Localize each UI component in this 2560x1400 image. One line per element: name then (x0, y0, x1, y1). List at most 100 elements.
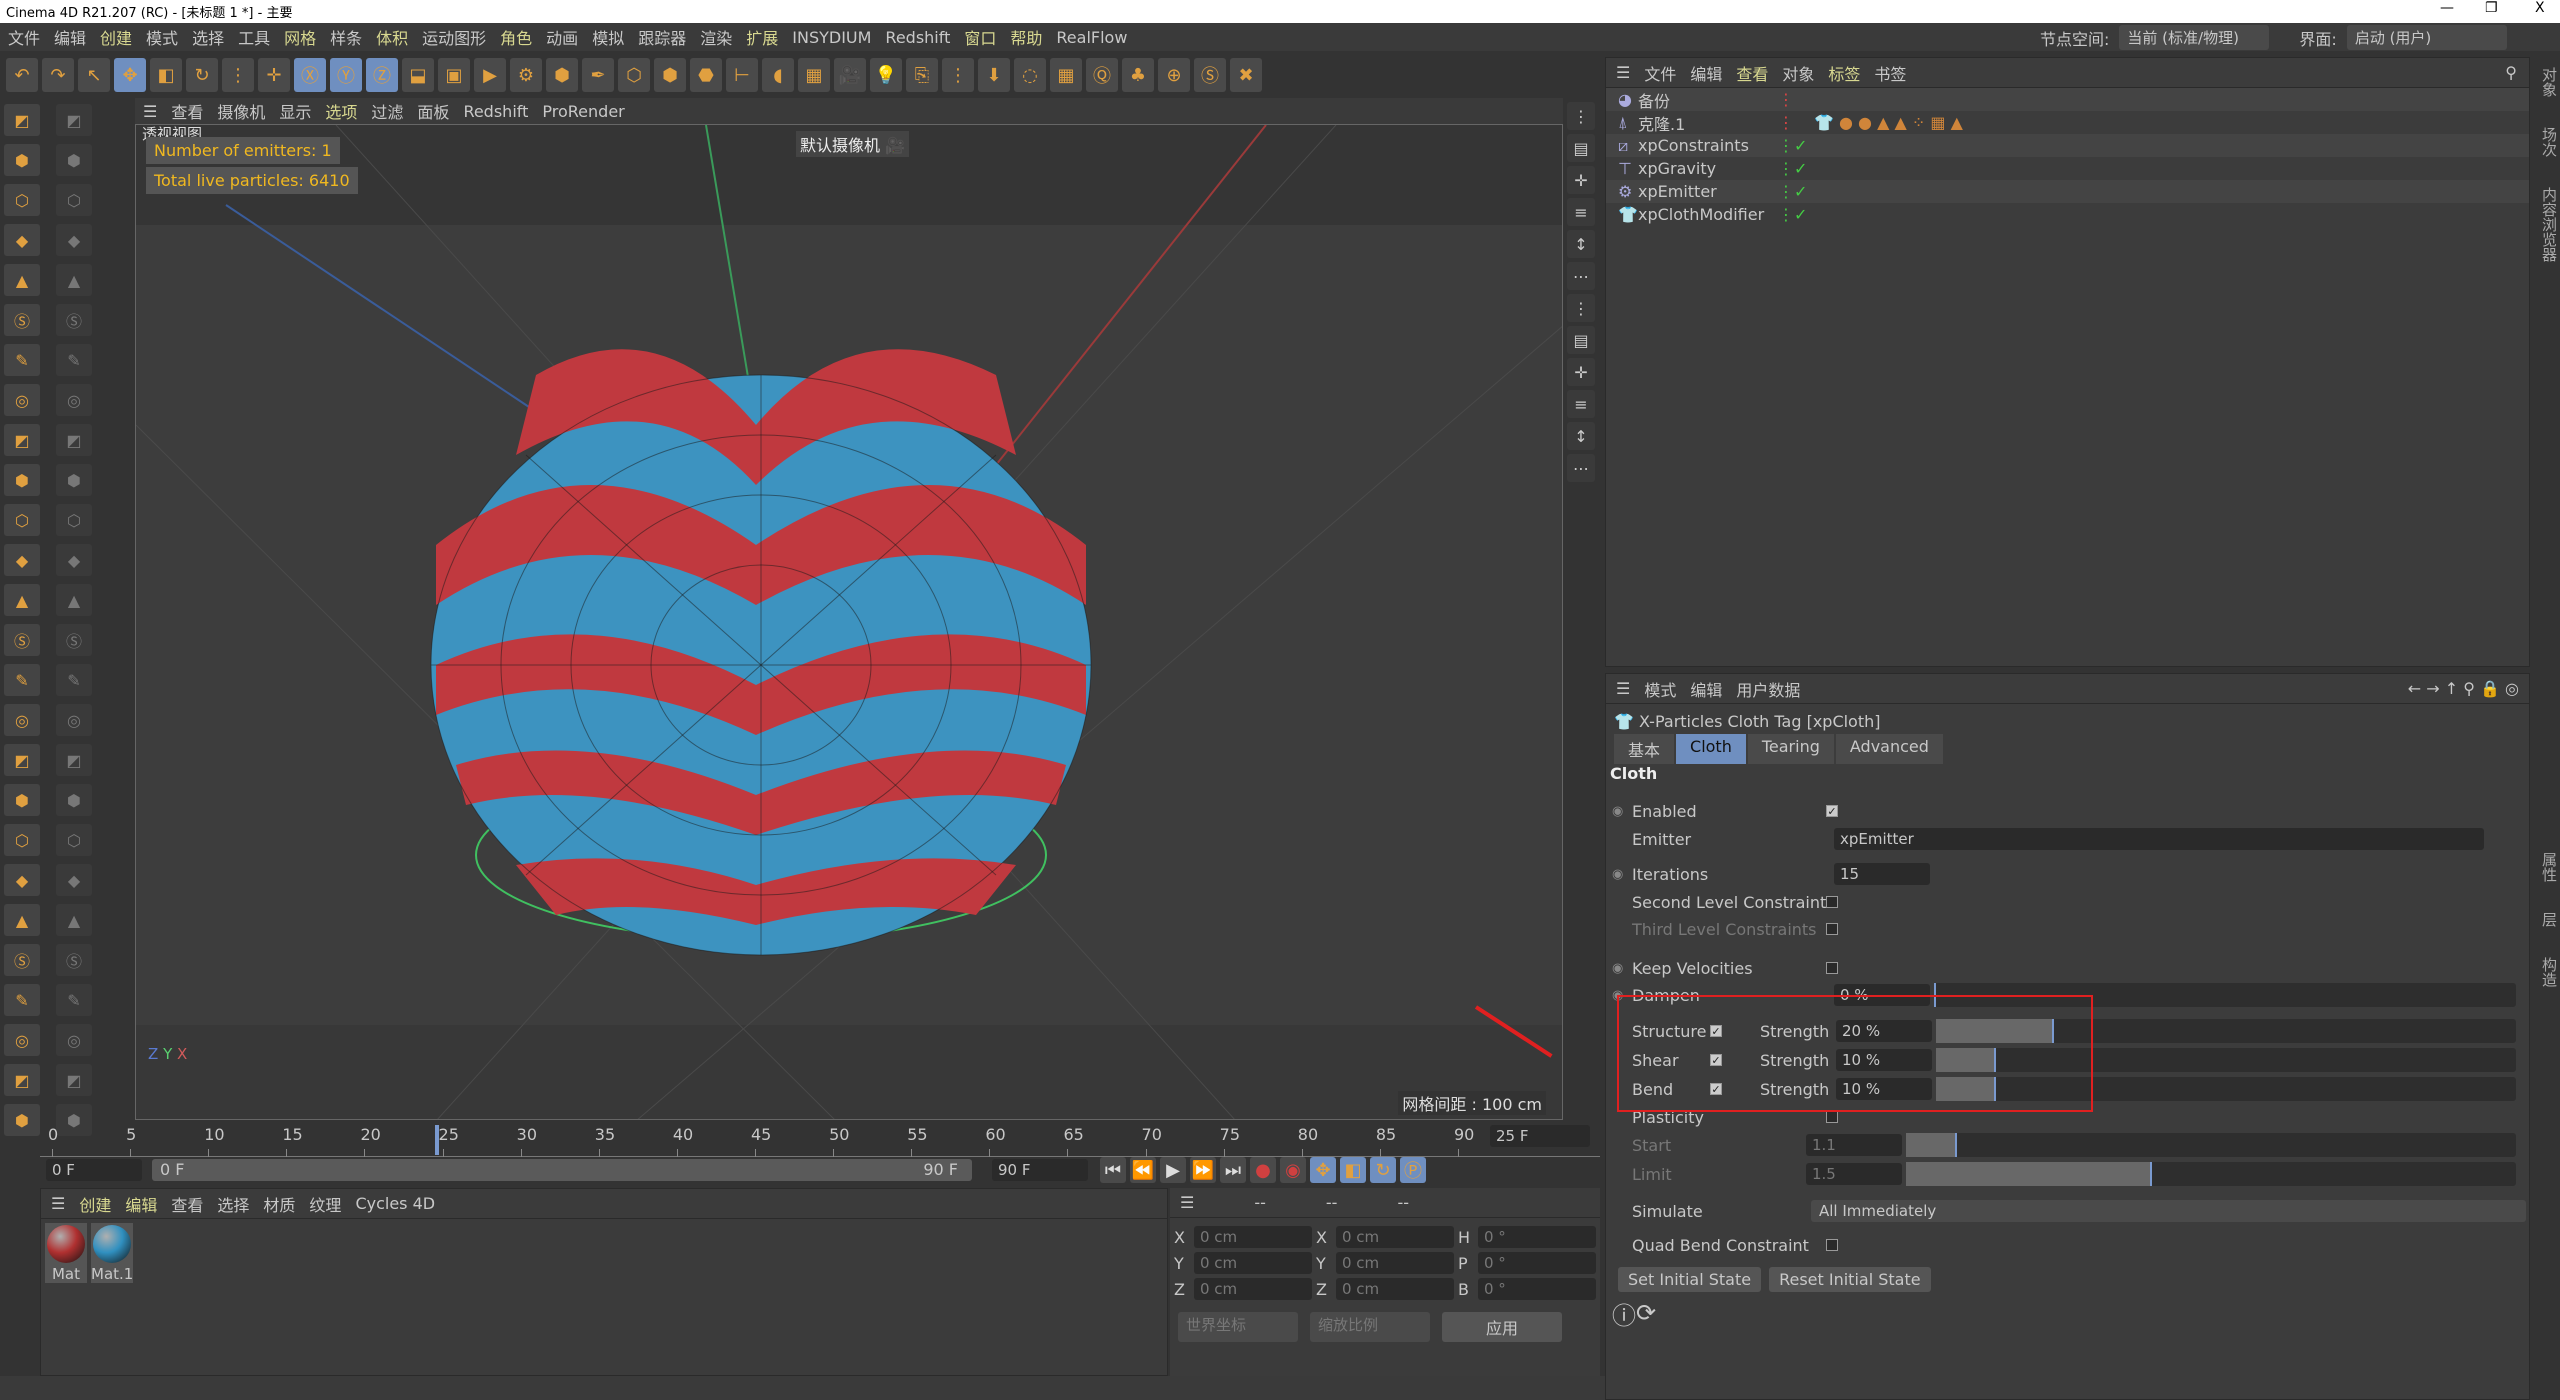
left-tool-icon[interactable]: ◆ (56, 544, 92, 576)
scale-dropdown[interactable]: 缩放比例 (1310, 1312, 1430, 1342)
tab-tearing[interactable]: Tearing (1747, 734, 1834, 764)
animate-radio-icon[interactable]: ◉ (1612, 867, 1623, 882)
left-tool-icon[interactable]: ⬡ (56, 504, 92, 536)
limit-slider[interactable] (1906, 1162, 2516, 1186)
left-tool-icon[interactable]: ◩ (4, 424, 40, 456)
redo-icon[interactable]: ↷ (42, 58, 74, 92)
subdivision-icon[interactable]: ⬡ (618, 58, 650, 92)
left-tool-icon[interactable]: ◎ (4, 384, 40, 416)
key-scale-icon[interactable]: ◧ (1340, 1157, 1366, 1183)
view-tool-icon[interactable]: ▤ (1567, 134, 1595, 162)
left-tool-icon[interactable]: ▲ (4, 584, 40, 616)
tab-基本[interactable]: 基本 (1614, 734, 1675, 764)
viewport-menu-item[interactable]: 查看 (171, 99, 203, 123)
psr-icon[interactable]: ⋮ (222, 58, 254, 92)
left-tool-icon[interactable]: ⬢ (56, 464, 92, 496)
maximize-button[interactable]: ❐ (2485, 0, 2498, 16)
view-tool-icon[interactable]: ≡ (1567, 198, 1595, 226)
material-menu-item[interactable]: 选择 (217, 1192, 249, 1216)
timeline-ruler[interactable]: 0 5 10 15 20 25 30 35 40 45 50 55 60 65 70 75 80 85 90 25 F (40, 1123, 1600, 1157)
deformer-icon[interactable]: ⬣ (690, 58, 722, 92)
view-tool-icon[interactable]: ✛ (1567, 358, 1595, 386)
menu-item[interactable]: 跟踪器 (638, 25, 686, 49)
menu-item[interactable]: 编辑 (54, 25, 86, 49)
view-tool-icon[interactable]: ⋯ (1567, 454, 1595, 482)
pen-icon[interactable]: ✒ (582, 58, 614, 92)
view-tool-icon[interactable]: ↕ (1567, 230, 1595, 258)
current-frame-field[interactable]: 25 F (1490, 1125, 1590, 1147)
layout-dropdown[interactable]: 启动 (用户) (2346, 25, 2507, 50)
side-tab[interactable]: 层 (2530, 912, 2560, 927)
attribute-menu-item[interactable]: 编辑 (1690, 677, 1722, 701)
left-tool-icon[interactable]: ◎ (56, 704, 92, 736)
axis-icon[interactable]: ✛ (258, 58, 290, 92)
left-tool-icon[interactable]: ⬡ (4, 504, 40, 536)
object-menu-item[interactable]: 文件 (1644, 61, 1676, 85)
prev-key-icon[interactable]: ⏪ (1130, 1157, 1156, 1183)
set-initial-state-button[interactable]: Set Initial State (1618, 1266, 1762, 1292)
coord-field[interactable]: 0 cm (1194, 1252, 1312, 1274)
key-position-icon[interactable]: ✥ (1310, 1157, 1336, 1183)
viewport[interactable]: 透视视图 Number of emitters: 1 Total live pa… (135, 124, 1563, 1120)
xp-icon[interactable]: ◖ (762, 58, 794, 92)
left-tool-icon[interactable]: ◩ (56, 424, 92, 456)
left-tool-icon[interactable]: ◆ (56, 864, 92, 896)
left-tool-icon[interactable]: ⬢ (4, 144, 40, 176)
left-tool-icon[interactable]: ◩ (56, 1064, 92, 1096)
object-row[interactable]: ⚙ xpEmitter ⋮✓ (1606, 180, 2529, 203)
material-menu-item[interactable]: 编辑 (125, 1192, 157, 1216)
nav-arrows-icon[interactable]: ← → ↑ ⚲ 🔒 ◎ (2408, 679, 2519, 698)
left-tool-icon[interactable]: ✎ (4, 664, 40, 696)
end-frame-field[interactable]: 90 F (992, 1159, 1088, 1181)
x-lock-icon[interactable]: Ⓧ (294, 58, 326, 92)
left-tool-icon[interactable]: ⬢ (56, 784, 92, 816)
plasticity-checkbox[interactable] (1826, 1111, 1838, 1123)
material-menu-item[interactable]: 纹理 (309, 1192, 341, 1216)
tag-icon[interactable]: ⎘ (906, 58, 938, 92)
coord-field[interactable]: 0 cm (1194, 1226, 1312, 1248)
camera-icon[interactable]: 🎥 (834, 58, 866, 92)
xp-cross-icon[interactable]: ✖ (1230, 58, 1262, 92)
iterations-field[interactable]: 15 (1834, 863, 1930, 885)
move-icon[interactable]: ✥ (114, 58, 146, 92)
side-tab[interactable]: 内容浏览器 (2530, 187, 2560, 262)
object-menu-item[interactable]: 查看 (1736, 61, 1768, 85)
left-tool-icon[interactable]: ⬡ (4, 824, 40, 856)
left-tool-icon[interactable]: ⬢ (56, 144, 92, 176)
material-menu-item[interactable]: Cycles 4D (355, 1194, 435, 1213)
side-tab[interactable]: 场次 (2530, 127, 2560, 157)
left-tool-icon[interactable]: ✎ (56, 664, 92, 696)
visibility-dots-icon[interactable]: ⋮✓ (1778, 136, 1807, 155)
coord-field[interactable]: 0 cm (1336, 1278, 1454, 1300)
left-tool-icon[interactable]: Ⓢ (4, 304, 40, 336)
xp-emitter-icon[interactable]: ⬇ (978, 58, 1010, 92)
viewport-menu-item[interactable]: ProRender (542, 102, 624, 121)
left-tool-icon[interactable]: Ⓢ (56, 944, 92, 976)
material-swatch[interactable]: Mat (45, 1223, 87, 1283)
menu-item[interactable]: 窗口 (964, 25, 996, 49)
animate-radio-icon[interactable]: ◉ (1612, 804, 1623, 819)
search-icon[interactable]: ⚲ (2505, 63, 2517, 82)
attribute-menu-icon[interactable]: ☰ (1616, 679, 1630, 698)
viewport-menu-item[interactable]: 显示 (279, 99, 311, 123)
left-tool-icon[interactable]: Ⓢ (56, 304, 92, 336)
view-tool-icon[interactable]: ⋯ (1567, 262, 1595, 290)
tab-cloth[interactable]: Cloth (1676, 734, 1746, 764)
simulate-dropdown[interactable]: All Immediately (1811, 1200, 2526, 1222)
emitter-link-field[interactable]: xpEmitter (1834, 828, 2484, 850)
autokey-icon[interactable]: ◉ (1280, 1157, 1306, 1183)
menu-item[interactable]: 选择 (192, 25, 224, 49)
left-tool-icon[interactable]: ◆ (56, 224, 92, 256)
scale-icon[interactable]: ◧ (150, 58, 182, 92)
visibility-dots-icon[interactable]: ⋮ (1778, 113, 1794, 132)
view-tool-icon[interactable]: ▤ (1567, 326, 1595, 354)
plugin-icon[interactable]: ♣ (1122, 58, 1154, 92)
apply-button[interactable]: 应用 (1442, 1312, 1562, 1342)
left-tool-icon[interactable]: ⬢ (4, 784, 40, 816)
coord-field[interactable]: 0 ° (1478, 1226, 1596, 1248)
start-slider[interactable] (1906, 1133, 2516, 1157)
menu-item[interactable]: 模拟 (592, 25, 624, 49)
left-tool-icon[interactable]: ▲ (56, 904, 92, 936)
xp-modifier-icon[interactable]: ◌ (1014, 58, 1046, 92)
start-field[interactable]: 1.1 (1806, 1134, 1902, 1156)
